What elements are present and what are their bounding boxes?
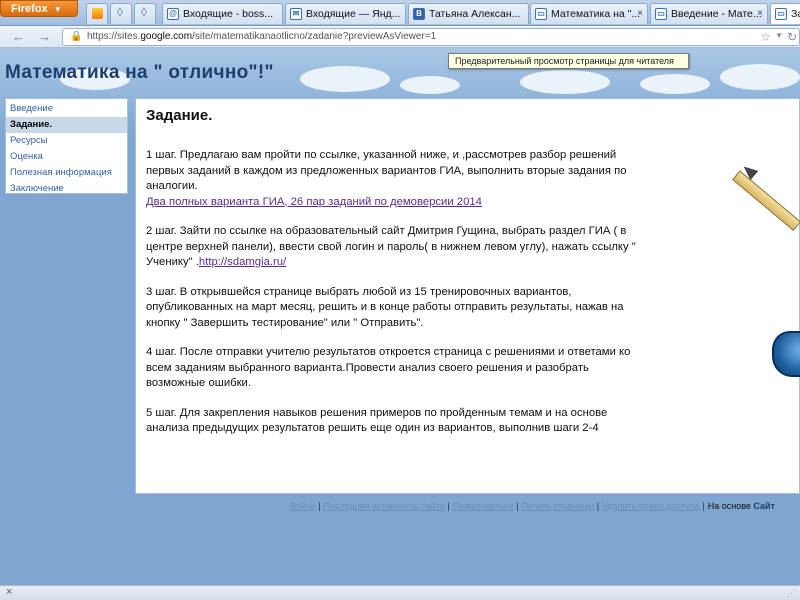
resize-grip-icon[interactable]: ⋰ [787,588,796,599]
gia-variants-link[interactable]: Два полных варианта ГИА, 26 пар заданий … [146,196,482,208]
footer-separator: | [596,501,600,511]
page-title: Задание. [146,107,213,124]
firefox-menu-label: Firefox [11,3,48,15]
step-5: 5 шаг. Для закрепления навыков решения п… [146,406,636,437]
status-bar: × ⋰ [0,585,800,600]
step-3: 3 шаг. В открывшейся странице выбрать лю… [146,285,636,332]
back-arrow-icon[interactable]: ← [12,29,25,44]
blue-object-illustration [772,331,800,377]
pinned-tab-3[interactable]: ◊ [134,3,156,24]
diamond-icon: ◊ [117,5,123,19]
sidebar-item-zadanie[interactable]: Задание. [6,117,127,133]
tab-matematika[interactable]: ▭ Математика на "... × [530,3,648,24]
step-1: 1 шаг. Предлагаю вам пройти по ссылке, у… [146,148,636,210]
cloud-decoration [720,64,800,90]
step-3-text: 3 шаг. В открывшейся странице выбрать лю… [146,285,624,329]
tab-inbox-boss[interactable]: @ Входящие - boss... [162,3,283,24]
tab-label: Татьяна Алексан... [429,8,521,20]
close-icon[interactable]: × [637,8,643,19]
sidebar-item-zaklyuchenie[interactable]: Заключение [6,181,127,197]
step-1-text: 1 шаг. Предлагаю вам пройти по ссылке, у… [146,149,627,192]
pencil-illustration [732,170,800,232]
chevron-down-icon: ▼ [53,5,62,14]
mail-icon: ✉ [290,8,302,20]
step-4: 4 шаг. После отправки учителю результато… [146,345,636,392]
sidebar-item-vvedenie[interactable]: Введение [6,101,127,117]
address-bar[interactable]: 🔒 https://sites.google.com/site/matemati… [62,28,800,46]
footer-separator: | [702,501,705,511]
tab-strip: Firefox ▼ ◊ ◊ @ Входящие - boss... ✉ Вход… [0,0,800,26]
tab-label: Входящие — Янд... [306,8,401,20]
footer-link-recent-activity[interactable]: Последняя активность сайта [324,501,445,511]
page-icon: ▭ [655,8,667,20]
close-icon[interactable]: × [6,586,12,598]
url-path: /site/matematikanaotlicno/zadanie?previe… [192,31,437,42]
tab-zadanie[interactable]: ▭ Зад [770,3,800,24]
site-page: Математика на " отлично"!" Предварительн… [0,48,800,585]
footer-separator: | [447,501,450,511]
cloud-decoration [520,70,610,94]
tab-label: Введение - Мате... [671,8,762,20]
diamond-icon: ◊ [141,5,147,19]
navigation-bar: ← → 🔒 https://sites.google.com/site/mate… [0,26,800,48]
cloud-decoration [640,74,710,94]
footer-separator: | [318,501,321,511]
main-content: Задание. 1 шаг. Предлагаю вам пройти по … [135,98,800,494]
sdamgia-link[interactable]: http://sdamgia.ru/ [199,256,286,268]
footer-separator: | [516,501,519,511]
site-footer: Войти | Последняя активность сайта | Пожалов… [290,501,800,511]
site-title: Математика на " отлично"!" [5,62,274,83]
vk-icon: B [413,8,425,20]
footer-link-report[interactable]: Пожаловаться [453,501,513,511]
url-domain: google.com [140,31,193,42]
chevron-down-icon[interactable]: ▼ [775,31,783,40]
app-icon [92,8,103,19]
lock-icon: 🔒 [70,31,83,42]
step-2: 2 шаг. Зайти по ссылке на образовательны… [146,224,636,271]
firefox-menu-button[interactable]: Firefox ▼ [0,0,78,17]
pinned-tab-1[interactable] [86,3,108,24]
step-4-text: 4 шаг. После отправки учителю результато… [146,346,631,389]
page-icon: ▭ [535,8,547,20]
url-prefix: https://sites. [87,31,141,42]
tab-vvedenie[interactable]: ▭ Введение - Мате... × [650,3,768,24]
tab-tatyana[interactable]: B Татьяна Алексан... [408,3,529,24]
tab-label: Математика на "... [551,8,641,20]
cloud-decoration [300,66,390,92]
footer-powered-brand[interactable]: Сайт [753,501,775,511]
reload-icon[interactable]: ↻ [787,30,797,44]
mail-icon: @ [167,8,179,20]
tab-label: Входящие - boss... [183,8,274,20]
preview-tooltip: Предварительный просмотр страницы для чи… [448,53,689,69]
bookmark-star-icon[interactable]: ☆ [760,30,771,44]
sidebar-item-poleznaya-informatsiya[interactable]: Полезная информация [6,165,127,181]
close-icon[interactable]: × [757,8,763,19]
step-5-text: 5 шаг. Для закрепления навыков решения п… [146,406,608,435]
footer-link-print[interactable]: Печать страницы [521,501,593,511]
footer-powered-text: На основе [707,501,751,511]
footer-link-signin[interactable]: Войти [290,501,315,511]
page-icon: ▭ [775,8,787,20]
sidebar-nav: Введение Задание. Ресурсы Оценка Полезна… [5,98,128,194]
sidebar-item-resursy[interactable]: Ресурсы [6,133,127,149]
tab-label: Зад [791,8,800,20]
sidebar-item-otsenka[interactable]: Оценка [6,149,127,165]
footer-link-remove-access[interactable]: Удалить право доступа [602,501,699,511]
tab-inbox-yandex[interactable]: ✉ Входящие — Янд... [285,3,406,24]
forward-arrow-icon[interactable]: → [38,29,51,44]
pinned-tab-2[interactable]: ◊ [110,3,132,24]
cloud-decoration [400,76,460,94]
